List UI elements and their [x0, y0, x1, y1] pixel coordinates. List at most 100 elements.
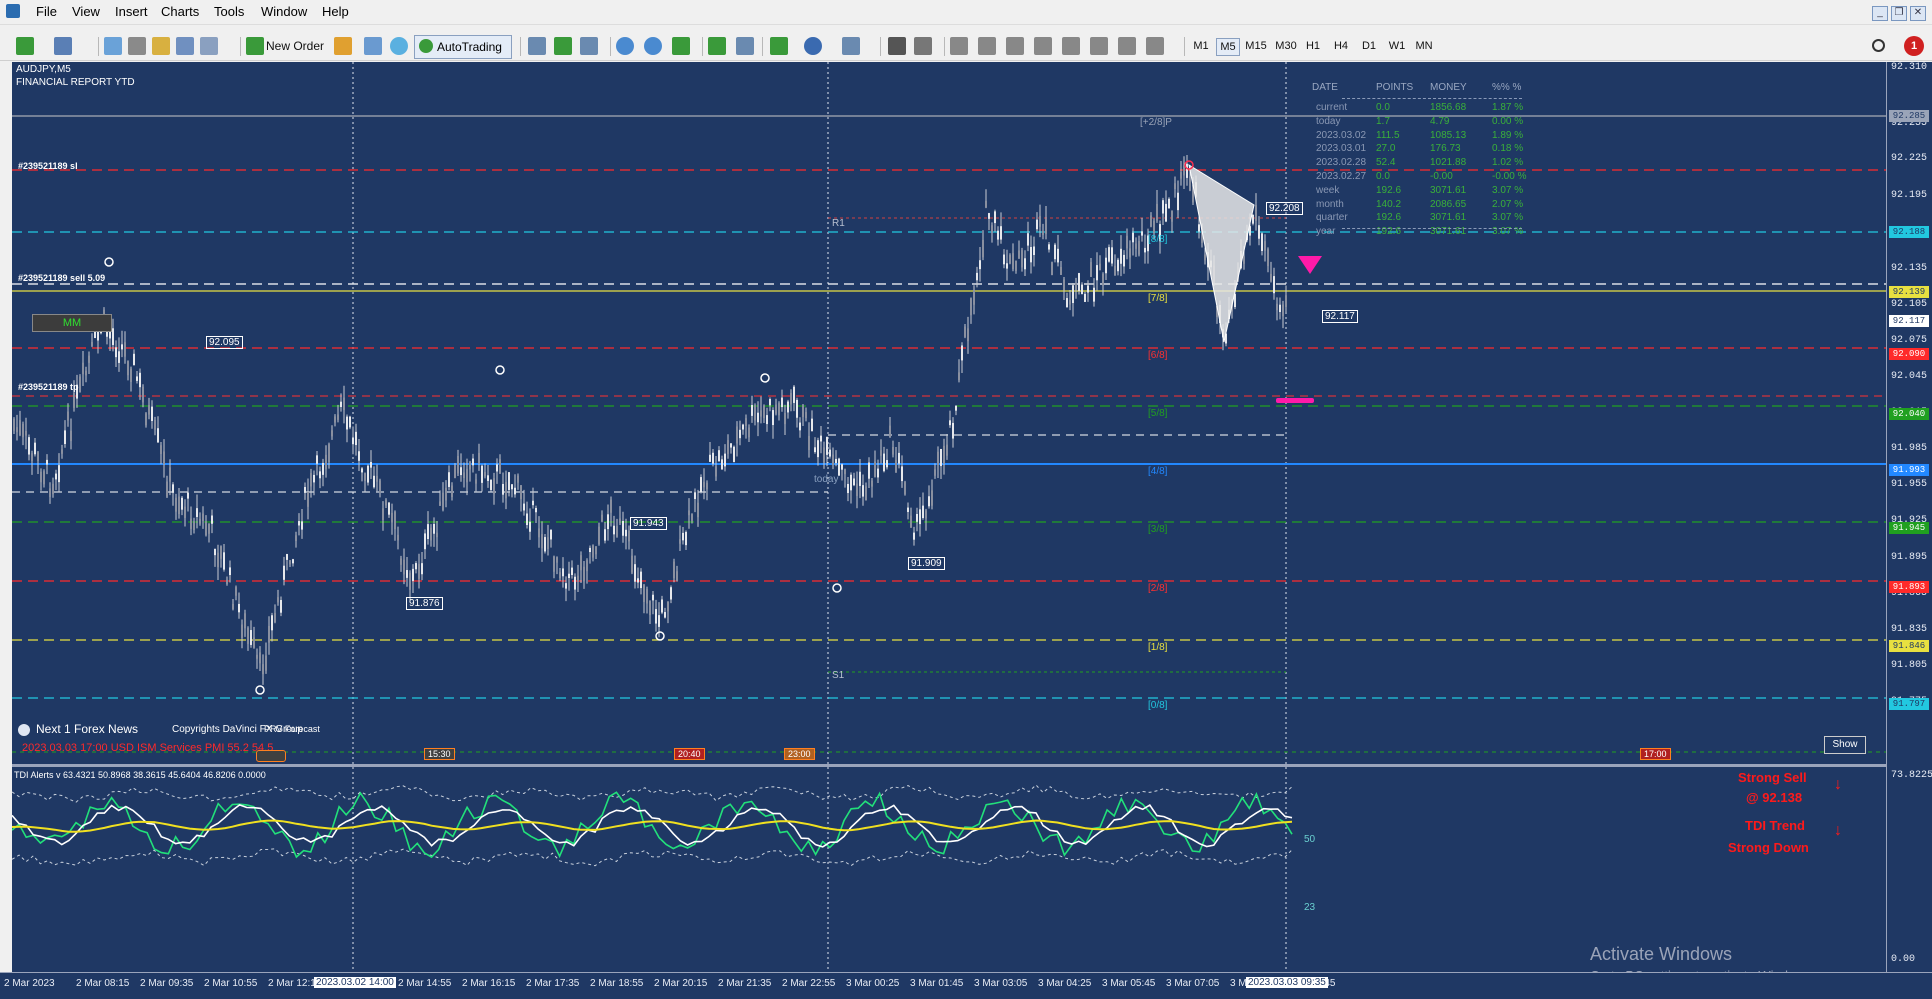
- arrows-icon[interactable]: [1146, 37, 1164, 55]
- timeframe-m30[interactable]: M30: [1272, 38, 1300, 54]
- candle-body: [397, 534, 399, 541]
- candle-body: [1033, 246, 1035, 256]
- timeframe-h4[interactable]: H4: [1330, 38, 1352, 54]
- terminal-icon[interactable]: [176, 37, 194, 55]
- candle-body: [22, 423, 24, 438]
- candle-body: [1243, 256, 1245, 264]
- signals-icon[interactable]: [364, 37, 382, 55]
- profiles-icon[interactable]: [54, 37, 72, 55]
- candle-body: [787, 401, 789, 413]
- mm-button[interactable]: MM: [32, 314, 112, 332]
- candle-body: [745, 418, 747, 426]
- chart-area[interactable]: AUDJPY,M5 FINANCIAL REPORT YTD #23952118…: [12, 62, 1886, 983]
- bar-chart-icon[interactable]: [528, 37, 546, 55]
- candle-body: [910, 515, 912, 528]
- tester-icon[interactable]: [200, 37, 218, 55]
- new-chart-icon[interactable]: [16, 37, 34, 55]
- candle-body: [928, 496, 930, 507]
- cursor-icon[interactable]: [888, 37, 906, 55]
- restore-button[interactable]: ❐: [1891, 6, 1907, 21]
- menu-file[interactable]: File: [36, 4, 57, 19]
- text-icon[interactable]: [1090, 37, 1108, 55]
- candlestick-icon[interactable]: [554, 37, 572, 55]
- candle-body: [439, 501, 441, 506]
- autoscroll-icon[interactable]: [736, 37, 754, 55]
- navigator-icon[interactable]: [152, 37, 170, 55]
- chart-shift-icon[interactable]: [708, 37, 726, 55]
- candle-body: [277, 597, 279, 603]
- notification-badge[interactable]: 1: [1904, 36, 1924, 56]
- fibonacci-icon[interactable]: [1062, 37, 1080, 55]
- new-order-icon[interactable]: [246, 37, 264, 55]
- new-order-button[interactable]: New Order: [266, 36, 324, 56]
- candle-body: [736, 426, 738, 444]
- line-chart-icon[interactable]: [580, 37, 598, 55]
- show-button[interactable]: Show: [1824, 736, 1866, 754]
- candle-body: [382, 508, 384, 521]
- tile-windows-icon[interactable]: [672, 37, 690, 55]
- candle-body: [1285, 295, 1287, 307]
- candle-body: [430, 527, 432, 541]
- text-label-icon[interactable]: [1118, 37, 1136, 55]
- candle-body: [517, 475, 519, 483]
- vertical-line-icon[interactable]: [950, 37, 968, 55]
- market-watch-icon[interactable]: [104, 37, 122, 55]
- periods-icon[interactable]: [804, 37, 822, 55]
- candle-body: [418, 564, 420, 579]
- candle-body: [1000, 226, 1002, 240]
- market-icon[interactable]: [390, 37, 408, 55]
- candle-body: [1009, 255, 1011, 264]
- zoom-in-icon[interactable]: [616, 37, 634, 55]
- candle-body: [916, 513, 918, 522]
- templates-icon[interactable]: [842, 37, 860, 55]
- price-tick: 92.135: [1891, 263, 1928, 274]
- horizontal-line-icon[interactable]: [978, 37, 996, 55]
- tdi-axis-bottom: 0.00: [1891, 954, 1916, 965]
- price-box: 92.095: [206, 336, 243, 349]
- candle-body: [1030, 247, 1032, 263]
- zoom-out-icon[interactable]: [644, 37, 662, 55]
- price-level-label: 91.846: [1889, 640, 1929, 652]
- autotrading-button[interactable]: AutoTrading: [414, 35, 512, 59]
- candle-body: [1090, 262, 1092, 277]
- crosshair-icon[interactable]: [914, 37, 932, 55]
- candle-body: [325, 454, 327, 470]
- search-icon[interactable]: [1872, 39, 1885, 52]
- candle-body: [493, 478, 495, 494]
- candle-body: [970, 298, 972, 316]
- timeframe-m15[interactable]: M15: [1242, 38, 1270, 54]
- candle-body: [85, 370, 87, 376]
- timeframe-d1[interactable]: D1: [1358, 38, 1380, 54]
- candle-body: [799, 422, 801, 431]
- menu-charts[interactable]: Charts: [161, 4, 199, 19]
- close-button[interactable]: ✕: [1910, 6, 1926, 21]
- candle-body: [796, 399, 798, 418]
- equidistant-channel-icon[interactable]: [1034, 37, 1052, 55]
- time-axis[interactable]: 2 Mar 2023 2 Mar 08:15 2 Mar 09:35 2 Mar 10…: [0, 972, 1932, 999]
- menu-insert[interactable]: Insert: [115, 4, 148, 19]
- timeframe-w1[interactable]: W1: [1386, 38, 1408, 54]
- candle-body: [394, 511, 396, 530]
- subwindow-divider[interactable]: [12, 764, 1886, 767]
- candle-body: [532, 500, 534, 506]
- data-window-icon[interactable]: [128, 37, 146, 55]
- menu-tools[interactable]: Tools: [214, 4, 244, 19]
- candle-body: [529, 521, 531, 532]
- candle-body: [13, 418, 15, 431]
- minimize-button[interactable]: _: [1872, 6, 1888, 21]
- trendline-icon[interactable]: [1006, 37, 1024, 55]
- menu-view[interactable]: View: [72, 4, 100, 19]
- menu-help[interactable]: Help: [322, 4, 349, 19]
- price-level-label: 92.139: [1889, 286, 1929, 298]
- indicators-icon[interactable]: [770, 37, 788, 55]
- report-cell: 3071.61: [1430, 184, 1467, 196]
- timeframe-m5[interactable]: M5: [1216, 38, 1240, 56]
- price-level-label: 92.090: [1889, 348, 1929, 360]
- candle-body: [1081, 284, 1083, 295]
- price-axis[interactable]: 92.31092.25592.22592.19592.16592.13592.1…: [1886, 62, 1932, 972]
- menu-window[interactable]: Window: [261, 4, 307, 19]
- metaeditor-icon[interactable]: [334, 37, 352, 55]
- timeframe-h1[interactable]: H1: [1302, 38, 1324, 54]
- timeframe-m1[interactable]: M1: [1190, 38, 1212, 54]
- timeframe-mn[interactable]: MN: [1412, 38, 1436, 54]
